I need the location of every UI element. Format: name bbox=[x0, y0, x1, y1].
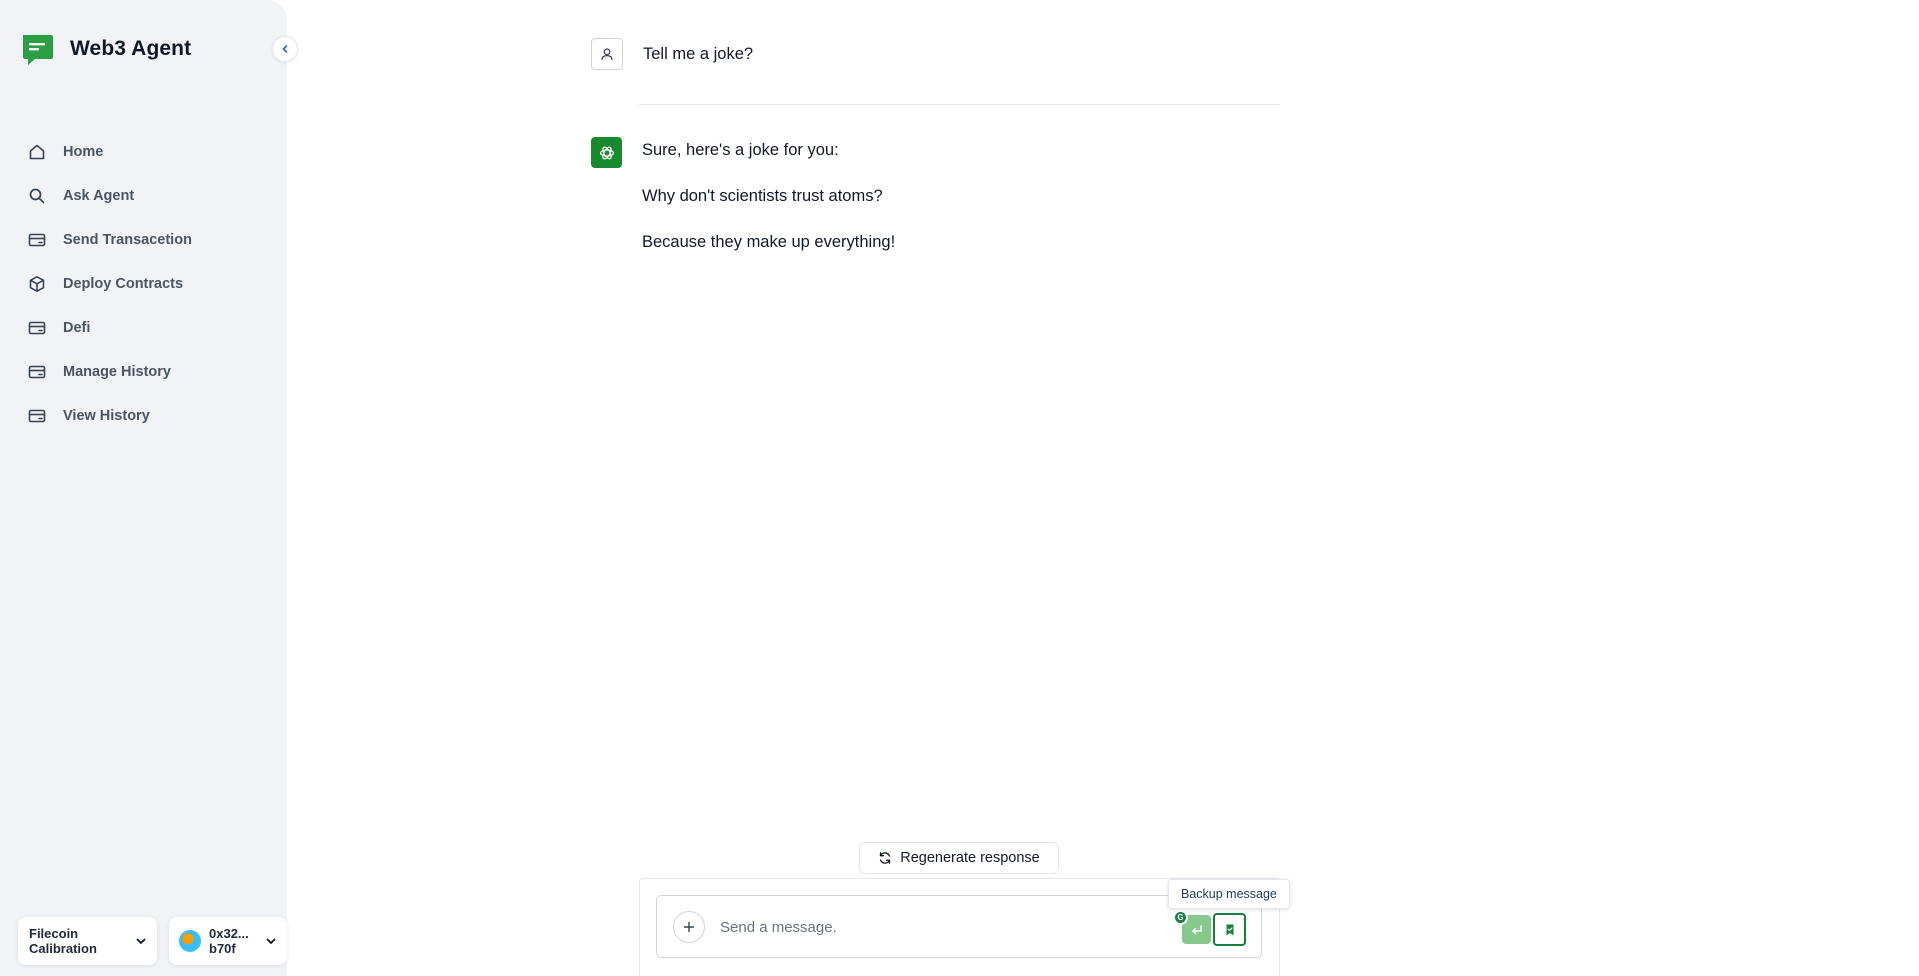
network-label-line2: Calibration bbox=[29, 941, 97, 956]
card-icon bbox=[28, 363, 46, 381]
message-line: Because they make up everything! bbox=[642, 233, 896, 251]
message-line: Tell me a joke? bbox=[643, 45, 754, 63]
sidebar-item-deploy-contracts[interactable]: Deploy Contracts bbox=[28, 262, 192, 306]
openai-logo-icon bbox=[591, 137, 622, 168]
message-divider bbox=[639, 104, 1280, 105]
sidebar-item-view-history[interactable]: View History bbox=[28, 394, 192, 438]
app-root: Web3 Agent Home Ask Agent Send Transacet… bbox=[0, 0, 1919, 976]
chat-message-assistant: Sure, here's a joke for you: Why don't s… bbox=[591, 137, 895, 252]
message-text: Sure, here's a joke for you: Why don't s… bbox=[642, 140, 895, 252]
message-input[interactable] bbox=[720, 915, 1160, 939]
home-icon bbox=[28, 143, 46, 161]
sidebar-item-label: Ask Agent bbox=[63, 188, 135, 204]
sidebar-item-label: Deploy Contracts bbox=[63, 276, 184, 292]
sidebar-footer: Filecoin Calibration 0x32... b70f bbox=[18, 917, 287, 965]
card-icon bbox=[28, 231, 46, 249]
attach-button[interactable] bbox=[673, 911, 705, 943]
chevron-down-icon bbox=[135, 935, 147, 947]
sidebar-item-manage-history[interactable]: Manage History bbox=[28, 350, 192, 394]
network-select[interactable]: Filecoin Calibration bbox=[18, 917, 157, 965]
bookmark-icon bbox=[1226, 924, 1233, 935]
brand: Web3 Agent bbox=[20, 32, 191, 66]
search-icon bbox=[28, 187, 46, 205]
sidebar-item-home[interactable]: Home bbox=[28, 130, 192, 174]
cube-icon bbox=[28, 275, 46, 293]
backup-message-button[interactable] bbox=[1213, 913, 1246, 946]
sidebar-nav: Home Ask Agent Send Transacetion Deploy … bbox=[28, 130, 192, 438]
message-line: Sure, here's a joke for you: bbox=[642, 141, 839, 159]
app-title: Web3 Agent bbox=[70, 37, 192, 60]
account-label-line1: 0x32... bbox=[209, 926, 249, 941]
message-text: Tell me a joke? bbox=[643, 44, 753, 70]
card-icon bbox=[28, 407, 46, 425]
sidebar: Web3 Agent Home Ask Agent Send Transacet… bbox=[0, 0, 298, 976]
regenerate-response-button[interactable]: Regenerate response bbox=[859, 842, 1059, 874]
chat-logo-icon bbox=[23, 35, 53, 65]
network-label: Filecoin Calibration bbox=[29, 926, 109, 956]
account-label-line2: b70f bbox=[209, 941, 236, 956]
sidebar-item-defi[interactable]: Defi bbox=[28, 306, 192, 350]
chat-message-user: Tell me a joke? bbox=[591, 38, 753, 70]
user-avatar-icon bbox=[591, 38, 623, 70]
sidebar-item-label: Home bbox=[63, 144, 104, 160]
chevron-down-icon bbox=[265, 935, 277, 947]
backup-tooltip: Backup message bbox=[1168, 879, 1290, 909]
message-line: Why don't scientists trust atoms? bbox=[642, 187, 883, 205]
collapse-sidebar-button[interactable] bbox=[272, 36, 298, 62]
sidebar-item-label: View History bbox=[63, 408, 150, 424]
grammarly-icon[interactable]: G bbox=[1173, 910, 1188, 925]
sidebar-item-label: Defi bbox=[63, 320, 91, 336]
sidebar-item-ask-agent[interactable]: Ask Agent bbox=[28, 174, 192, 218]
account-label: 0x32... b70f bbox=[209, 926, 265, 956]
regenerate-label: Regenerate response bbox=[900, 850, 1040, 866]
network-label-line1: Filecoin bbox=[29, 926, 79, 941]
card-icon bbox=[28, 319, 46, 337]
enter-icon bbox=[1191, 924, 1202, 934]
refresh-icon bbox=[880, 852, 891, 864]
sidebar-item-send-transaction[interactable]: Send Transacetion bbox=[28, 218, 192, 262]
account-avatar bbox=[179, 930, 201, 952]
chevron-left-icon bbox=[282, 45, 288, 53]
sidebar-item-label: Send Transacetion bbox=[63, 232, 192, 248]
plus-icon bbox=[683, 921, 695, 933]
sidebar-item-label: Manage History bbox=[63, 364, 171, 380]
account-select[interactable]: 0x32... b70f bbox=[169, 917, 287, 965]
